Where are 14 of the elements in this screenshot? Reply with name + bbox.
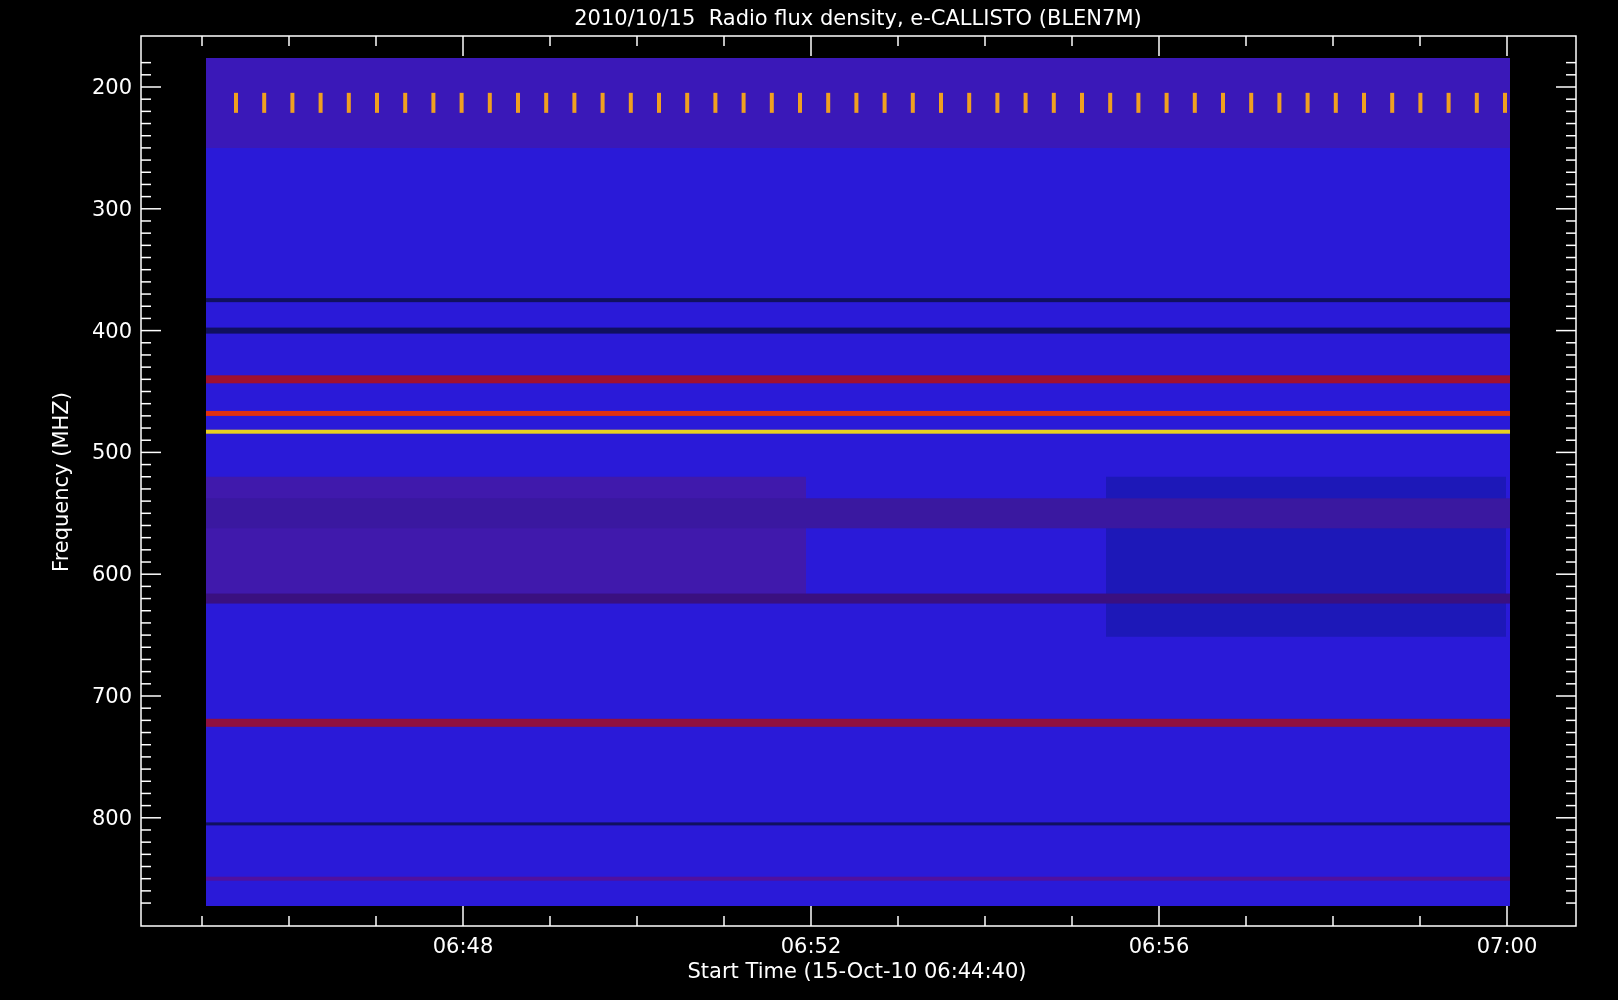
x-axis-label: Start Time (15-Oct-10 06:44:40)	[687, 959, 1027, 983]
chart-title: 2010/10/15 Radio flux density, e-CALLISTO (BLEN7M)	[574, 6, 1142, 30]
y-tick-label: 800	[91, 805, 132, 830]
x-tick-label: 07:00	[1476, 934, 1538, 958]
y-tick-label: 500	[91, 440, 132, 465]
y-tick-label: 300	[91, 196, 132, 221]
y-tick-label: 200	[91, 75, 132, 99]
y-axis-label: Frequency (MHZ)	[49, 392, 73, 572]
y-tick-label: 400	[91, 318, 132, 343]
x-tick-label: 06:48	[432, 934, 494, 958]
x-tick-label: 06:56	[1128, 934, 1190, 958]
x-tick-label: 06:52	[780, 934, 842, 958]
y-tick-label: 600	[91, 562, 132, 587]
y-tick-label: 700	[91, 684, 132, 708]
